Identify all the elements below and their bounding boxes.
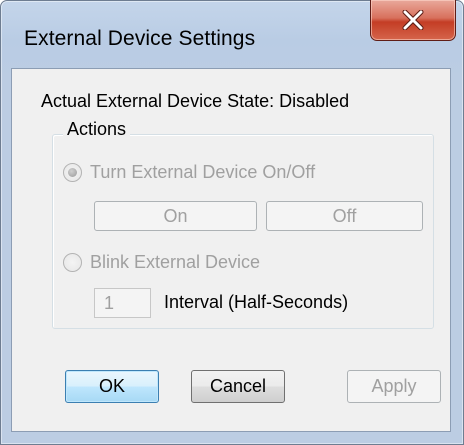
device-state-line: Actual External Device State: Disabled [41, 91, 349, 112]
blink-device-radio[interactable]: Blink External Device [63, 252, 260, 273]
toggle-device-radio[interactable]: Turn External Device On/Off [63, 162, 315, 183]
blink-device-radio-label: Blink External Device [90, 252, 261, 272]
toggle-device-radio-label: Turn External Device On/Off [90, 162, 316, 182]
ok-button[interactable]: OK [65, 370, 159, 403]
actions-group-label: Actions [63, 119, 131, 140]
close-x-icon [402, 10, 424, 30]
interval-input[interactable]: 1 [94, 288, 151, 318]
close-button[interactable] [370, 0, 456, 41]
window-title: External Device Settings [24, 27, 256, 50]
cancel-button[interactable]: Cancel [191, 370, 285, 403]
device-state-value: Disabled [279, 91, 350, 111]
radio-unselected-icon [63, 253, 82, 272]
off-button[interactable]: Off [266, 201, 423, 231]
device-state-label: Actual External Device State: [41, 91, 275, 111]
on-button[interactable]: On [94, 201, 257, 231]
apply-button[interactable]: Apply [347, 370, 441, 403]
radio-selected-icon [63, 163, 82, 182]
interval-label: Interval (Half-Seconds) [164, 292, 349, 312]
